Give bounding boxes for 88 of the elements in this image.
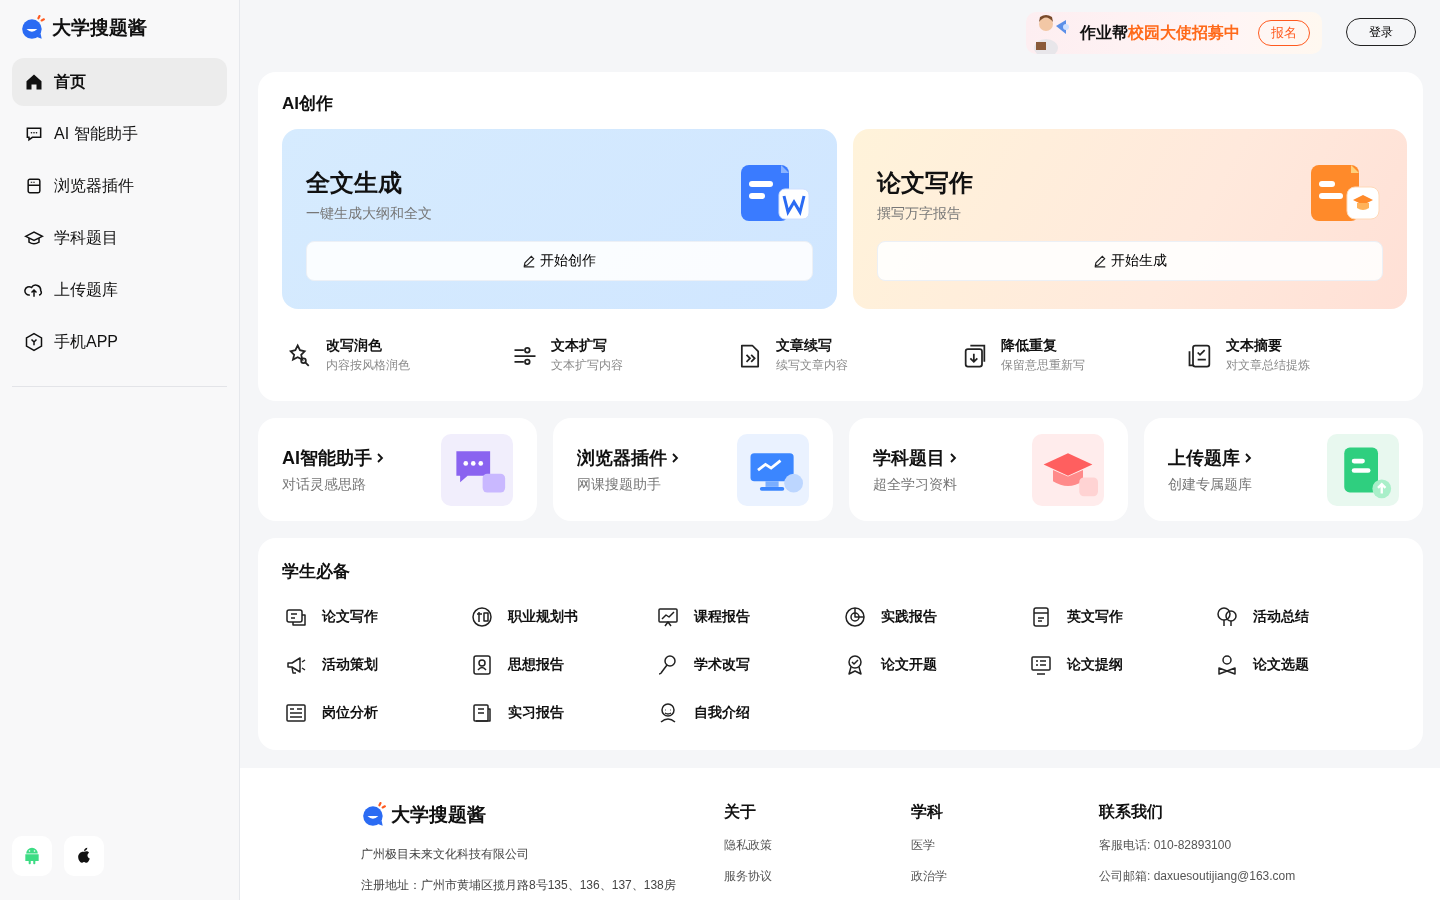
essential-link[interactable]: 论文开题 [880,656,937,674]
essential-link[interactable]: 实习报告 [508,704,565,722]
company-name: 广州极目未来文化科技有限公司 [361,846,530,863]
tool-title[interactable]: 改写润色 [326,337,410,355]
chat-icon [24,124,44,144]
essential-link[interactable]: 论文提纲 [1066,656,1123,674]
essential-link[interactable]: 岗位分析 [322,704,378,722]
footer-heading: 联系我们 [1099,802,1164,822]
monitor-icon[interactable] [1028,653,1053,677]
hexagon-icon [24,332,44,352]
feature-subtitle: 一键生成大纲和全文 [306,205,432,223]
shortcut-title: 学科题目 [872,446,945,470]
logo-text: 大学搜题酱 [52,16,147,40]
tool-title[interactable]: 文章续写 [776,337,848,355]
promo-text: 作业帮校园大使招募中 [1080,22,1240,43]
essential-link[interactable]: 职业规划书 [508,608,579,626]
tool-subtitle: 内容按风格润色 [326,357,410,374]
footer-link[interactable]: 服务协议 [724,868,911,885]
browser-icon [24,176,44,196]
tool-title[interactable]: 文本扩写 [551,337,623,355]
promo-banner[interactable]: 作业帮校园大使招募中 报名 [1026,12,1322,54]
start-button[interactable]: 开始创作 [306,241,813,281]
footer-link[interactable]: 医学 [911,837,1099,854]
section-title: AI创作 [282,93,334,115]
tool-subtitle: 文本扩写内容 [551,357,623,374]
pen-icon [1092,254,1107,268]
logo-icon [361,802,387,828]
document-icon [1309,163,1381,223]
footer-link[interactable]: 政治学 [911,868,1099,885]
feature-card[interactable]: 全文生成 一键生成大纲和全文 开始创作 [282,129,837,309]
sidebar-item[interactable]: AI 智能助手 [12,110,227,158]
tool-subtitle: 保留意思重新写 [1001,357,1085,374]
logo-text: 大学搜题酱 [391,803,486,827]
shortcut-subtitle: 网课搜题助手 [577,475,663,494]
chart-board-icon[interactable] [656,605,681,629]
shortcut-card[interactable]: AI智能助手 对话灵感思路 [258,418,538,521]
footer-link[interactable]: 客服电话: 010-82893100 [1099,837,1440,854]
footer-link[interactable]: 隐私政策 [724,837,911,854]
pie-chart-icon[interactable] [842,605,867,629]
feature-title: 论文写作 [876,168,973,198]
logo-icon [20,15,46,41]
pen-icon [522,254,537,268]
shortcut-title: 上传题库 [1167,446,1240,470]
footer-link[interactable]: 公司邮箱: daxuesoutijiang@163.com [1099,868,1440,885]
shortcut-card[interactable]: 浏览器插件 网课搜题助手 [553,418,833,521]
chevron-right-icon [671,452,680,463]
feature-title: 全文生成 [306,168,402,198]
essential-link[interactable]: 自我介绍 [694,704,751,722]
essential-link[interactable]: 论文选题 [1252,656,1309,674]
feature-subtitle: 撰写万字报告 [876,205,961,223]
feature-card[interactable]: 论文写作 撰写万字报告 开始生成 [852,129,1407,309]
sidebar-item[interactable]: 首页 [12,58,227,106]
essential-link[interactable]: 实践报告 [880,608,937,626]
chevron-right-icon [376,452,384,463]
chevron-right-icon [948,452,957,463]
essential-link[interactable]: 思想报告 [508,656,565,674]
essential-link[interactable]: 课程报告 [694,608,751,626]
sidebar-item[interactable]: 学科题目 [12,214,227,262]
home-icon [24,72,44,92]
start-button[interactable]: 开始生成 [876,241,1383,281]
sidebar-item[interactable]: 上传题库 [12,266,227,314]
tool-title[interactable]: 文本摘要 [1226,337,1310,355]
essential-link[interactable]: 英文写作 [1066,608,1123,626]
shortcut-card[interactable]: 上传题库 创建专属题库 [1143,418,1423,521]
tool-subtitle: 续写文章内容 [776,357,848,374]
essential-link[interactable]: 论文写作 [322,608,378,626]
shortcut-subtitle: 对话灵感思路 [282,475,367,494]
section-title: 学生必备 [282,561,351,583]
balloon-icon[interactable] [1214,605,1239,629]
footer-heading: 关于 [724,802,757,822]
apple-icon[interactable] [64,836,104,876]
essential-link[interactable]: 活动策划 [322,656,378,674]
shortcut-title: 浏览器插件 [577,446,668,470]
company-address: 注册地址：广州市黄埔区揽月路8号135、136、137、138房 [361,877,677,894]
shortcut-subtitle: 创建专属题库 [1167,475,1252,494]
newspaper-icon[interactable] [284,701,308,725]
sidebar-item[interactable]: 浏览器插件 [12,162,227,210]
shortcut-title: AI智能助手 [282,446,372,470]
tool-title[interactable]: 降低重复 [1001,337,1085,355]
chevron-right-icon [1243,452,1252,463]
document-icon [738,163,811,223]
sidebar-item[interactable]: 手机APP [12,318,227,366]
footer-heading: 学科 [911,802,944,822]
tool-subtitle: 对文章总结提炼 [1226,357,1310,374]
essential-link[interactable]: 活动总结 [1252,608,1309,626]
essential-link[interactable]: 学术改写 [694,656,751,674]
shortcut-subtitle: 超全学习资料 [872,475,957,494]
shortcut-card[interactable]: 学科题目 超全学习资料 [848,418,1128,521]
